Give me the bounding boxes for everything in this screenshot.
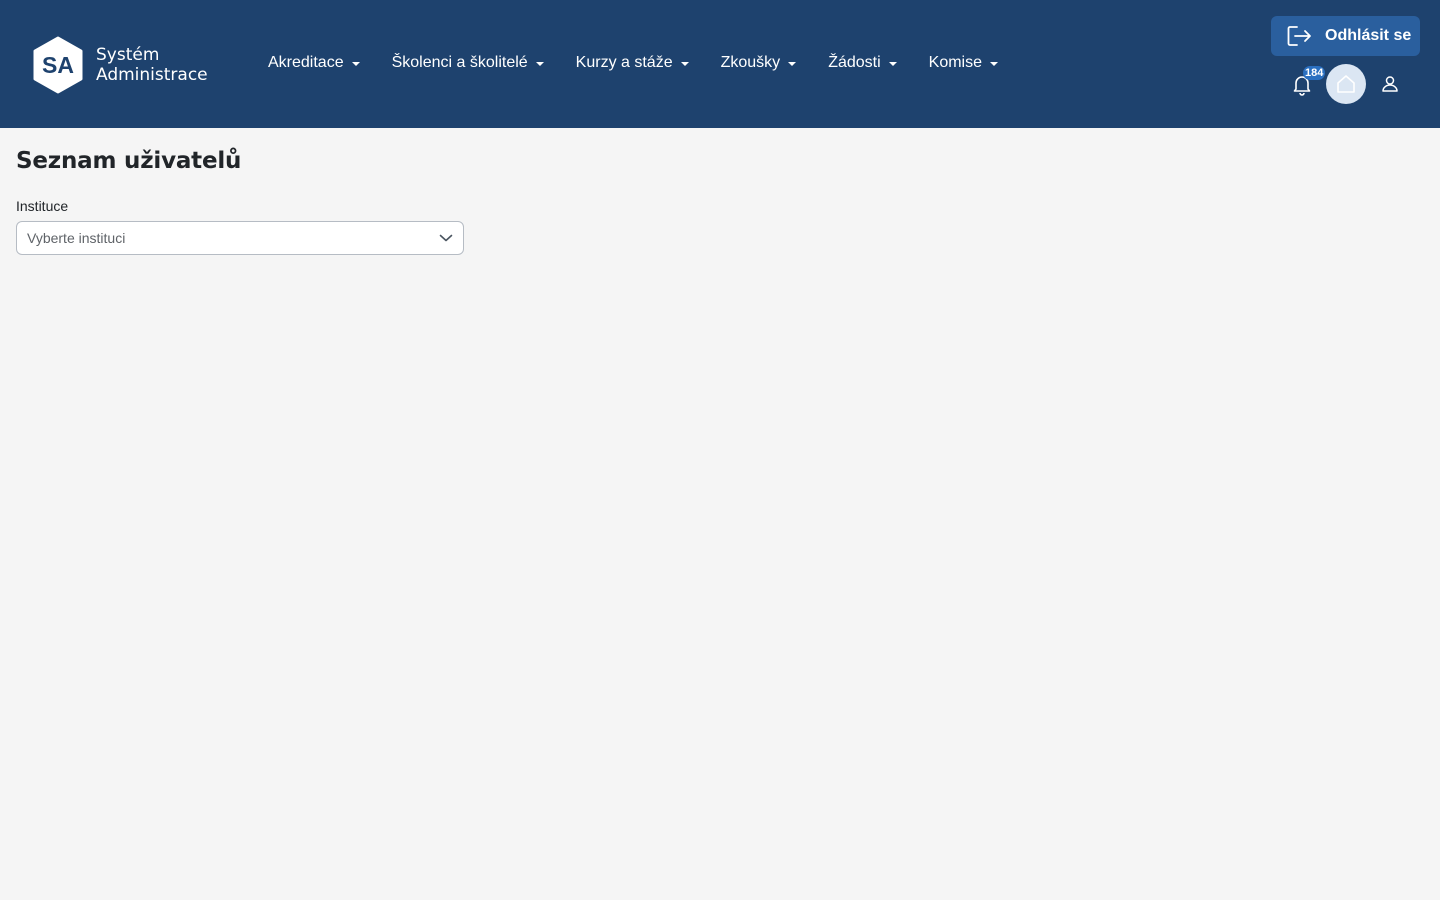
nav-label: Komise [928,54,983,71]
nav-skolenci-a-skolitele[interactable]: Školenci a školitelé [392,54,544,72]
logout-icon [1287,26,1311,46]
home-icon [1337,75,1355,93]
logo-text: Systém Administrace [96,45,208,85]
caret-down-icon [990,62,999,66]
logo-line-2: Administrace [96,65,208,85]
app-logo[interactable]: SA Systém Administrace [32,36,208,94]
nav-label: Kurzy a stáže [575,54,673,71]
logout-button[interactable]: Odhlásit se [1271,16,1420,56]
nav-label: Akreditace [268,54,344,71]
nav-komise[interactable]: Komise [928,54,999,72]
caret-down-icon [888,62,897,66]
nav-zadosti[interactable]: Žádosti [828,54,897,72]
caret-down-icon [788,62,797,66]
notification-count-badge: 184 [1303,66,1326,80]
nav-label: Školenci a školitelé [391,54,528,71]
page-title: Seznam uživatelů [16,148,242,174]
institution-select[interactable]: Vyberte instituci [16,221,464,255]
logo-line-1: Systém [96,45,160,65]
logo-badge-text: SA [42,52,74,78]
user-icon[interactable] [1380,74,1400,94]
logo-hexagon-icon: SA [33,36,83,94]
nav-kurzy-a-staze[interactable]: Kurzy a stáže [576,54,689,72]
caret-down-icon [351,62,360,66]
home-button[interactable] [1326,64,1366,104]
chevron-down-icon [439,234,453,242]
caret-down-icon [680,62,689,66]
nav-label: Žádosti [828,54,881,71]
top-header: SA Systém Administrace Akreditace Školen… [0,0,1440,128]
institution-label: Instituce [16,198,69,214]
nav-akreditace[interactable]: Akreditace [268,54,360,72]
nav-zkousky[interactable]: Zkoušky [721,54,797,72]
main-nav: Akreditace Školenci a školitelé Kurzy a … [268,52,1030,74]
logout-label: Odhlásit se [1325,27,1412,44]
institution-select-placeholder: Vyberte instituci [27,230,126,246]
nav-label: Zkoušky [720,54,781,71]
caret-down-icon [535,62,544,66]
